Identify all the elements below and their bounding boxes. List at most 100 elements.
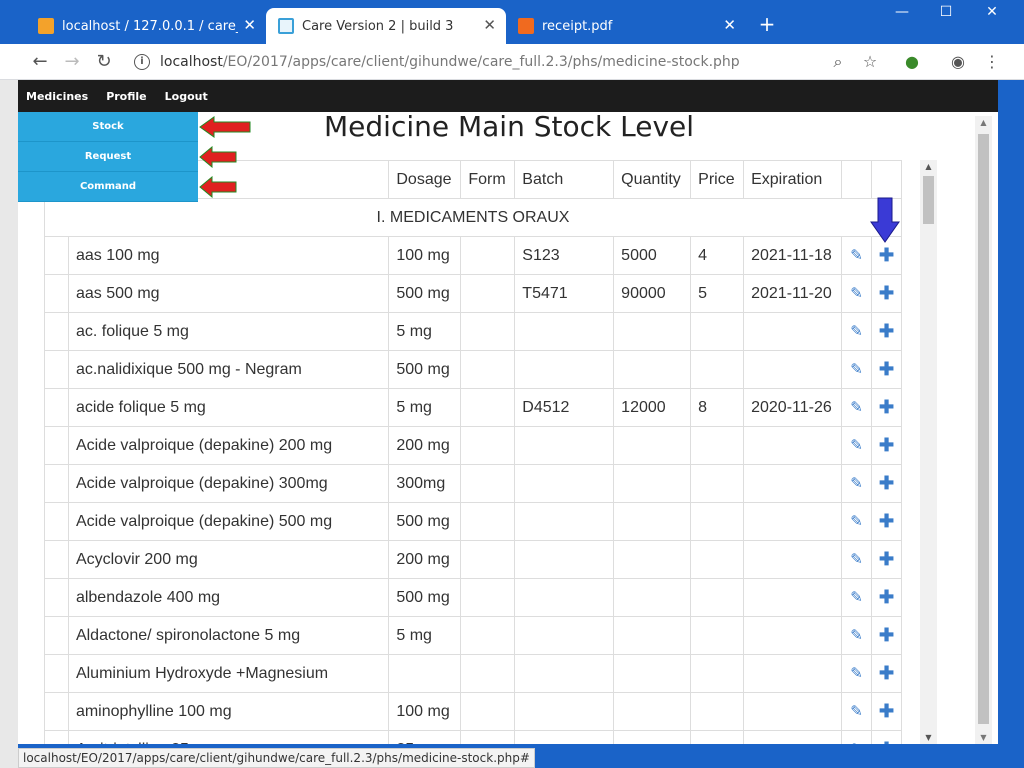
cell-edit: ✎ [841, 654, 872, 693]
tab-care[interactable]: Care Version 2 | build 3 ✕ [266, 8, 506, 44]
cell-dosage: 300mg [388, 464, 462, 503]
cell-name: Amitriptylline 25 mg [67, 730, 390, 744]
add-plus-icon[interactable]: ✚ [879, 435, 894, 455]
menu-item-stock[interactable]: Stock [18, 112, 198, 142]
scrollbar-thumb[interactable] [923, 176, 934, 224]
info-icon[interactable]: i [134, 54, 150, 70]
close-tab-icon[interactable]: ✕ [483, 16, 496, 34]
close-window-button[interactable]: ✕ [978, 4, 1006, 20]
page-icon [278, 18, 294, 34]
cell-quantity [613, 540, 692, 579]
tab-label: localhost / 127.0.0.1 / care_full_v [62, 18, 238, 34]
edit-pencil-icon[interactable]: ✎ [850, 399, 863, 416]
page-scrollbar[interactable]: ▲ ▼ [975, 116, 992, 744]
cell-quantity [613, 502, 692, 541]
reload-button[interactable]: ↻ [92, 50, 116, 74]
bookmark-star-icon[interactable]: ☆ [860, 52, 880, 72]
section-row: I. MEDICAMENTS ORAUX [44, 198, 902, 237]
close-tab-icon[interactable]: ✕ [723, 16, 736, 34]
scroll-up-icon[interactable]: ▲ [920, 162, 937, 171]
minimize-button[interactable]: — [888, 4, 916, 20]
table-scrollbar[interactable]: ▲ ▼ [920, 160, 937, 744]
browser-titlebar: localhost / 127.0.0.1 / care_full_v ✕ Ca… [0, 0, 1024, 44]
zoom-icon[interactable]: ⌕ [828, 52, 848, 72]
nav-logout[interactable]: Logout [165, 90, 208, 103]
cell-form [460, 274, 516, 313]
col-header-edit [841, 160, 872, 199]
scroll-down-icon[interactable]: ▼ [920, 733, 937, 742]
add-plus-icon[interactable]: ✚ [879, 473, 894, 493]
cell-expiration [743, 578, 843, 617]
edit-pencil-icon[interactable]: ✎ [850, 627, 863, 644]
add-plus-icon[interactable]: ✚ [879, 283, 894, 303]
menu-icon[interactable]: ⋮ [982, 52, 1002, 72]
add-plus-icon[interactable]: ✚ [879, 245, 894, 265]
edit-pencil-icon[interactable]: ✎ [850, 513, 863, 530]
table-row: aas 500 mg 500 mg T5471 90000 5 2021-11-20 ✎ ✚ [44, 274, 902, 313]
edit-pencil-icon[interactable]: ✎ [850, 285, 863, 302]
cell-edit: ✎ [841, 426, 872, 465]
scroll-up-icon[interactable]: ▲ [975, 118, 992, 127]
edit-pencil-icon[interactable]: ✎ [850, 437, 863, 454]
col-header-quantity: Quantity [613, 160, 692, 199]
extension-icon[interactable]: ● [902, 52, 922, 72]
add-plus-icon[interactable]: ✚ [879, 511, 894, 531]
address-bar[interactable]: i localhost/EO/2017/apps/care/client/gih… [126, 48, 886, 76]
back-button[interactable]: ← [28, 50, 52, 74]
close-tab-icon[interactable]: ✕ [243, 16, 256, 34]
maximize-button[interactable]: ☐ [932, 4, 960, 20]
nav-profile[interactable]: Profile [106, 90, 146, 103]
edit-pencil-icon[interactable]: ✎ [850, 361, 863, 378]
cell-expiration [743, 312, 843, 351]
profile-icon[interactable]: ◉ [948, 52, 968, 72]
browser-toolbar: ← → ↻ i localhost/EO/2017/apps/care/clie… [0, 44, 1024, 80]
cell-add: ✚ [871, 616, 902, 655]
cell-form [460, 502, 516, 541]
cell-name: Aluminium Hydroxyde +Magnesium [67, 654, 390, 693]
edit-pencil-icon[interactable]: ✎ [850, 665, 863, 682]
cell-add: ✚ [871, 692, 902, 731]
add-plus-icon[interactable]: ✚ [879, 739, 894, 744]
cell-batch: T5471 [514, 274, 615, 313]
edit-pencil-icon[interactable]: ✎ [850, 323, 863, 340]
add-plus-icon[interactable]: ✚ [879, 663, 894, 683]
add-plus-icon[interactable]: ✚ [879, 359, 894, 379]
url-path: /EO/2017/apps/care/client/gihundwe/care_… [222, 54, 740, 70]
menu-item-request[interactable]: Request [18, 142, 198, 172]
cell-edit: ✎ [841, 730, 872, 744]
new-tab-button[interactable]: + [756, 12, 778, 36]
tab-receipt[interactable]: receipt.pdf ✕ [506, 8, 746, 44]
col-header-batch: Batch [514, 160, 615, 199]
cell-edit: ✎ [841, 616, 872, 655]
edit-pencil-icon[interactable]: ✎ [850, 741, 863, 744]
cell-name: Acide valproique (depakine) 200 mg [67, 426, 390, 465]
edit-pencil-icon[interactable]: ✎ [850, 589, 863, 606]
cell-expiration [743, 540, 843, 579]
add-plus-icon[interactable]: ✚ [879, 549, 894, 569]
table-row: ac.nalidixique 500 mg - Negram 500 mg ✎ ✚ [44, 350, 902, 389]
cell-dosage: 500 mg [388, 274, 462, 313]
add-plus-icon[interactable]: ✚ [879, 587, 894, 607]
cell-form [460, 730, 516, 744]
cell-expiration [743, 616, 843, 655]
add-plus-icon[interactable]: ✚ [879, 701, 894, 721]
add-plus-icon[interactable]: ✚ [879, 321, 894, 341]
cell-name: ac.nalidixique 500 mg - Negram [67, 350, 390, 389]
add-plus-icon[interactable]: ✚ [879, 625, 894, 645]
scroll-down-icon[interactable]: ▼ [975, 733, 992, 742]
xampp-icon [518, 18, 534, 34]
edit-pencil-icon[interactable]: ✎ [850, 703, 863, 720]
cell-dosage: 500 mg [388, 502, 462, 541]
menu-item-command[interactable]: Command [18, 172, 198, 202]
cell-num [44, 502, 69, 541]
edit-pencil-icon[interactable]: ✎ [850, 551, 863, 568]
scrollbar-thumb[interactable] [978, 134, 989, 724]
cell-add: ✚ [871, 312, 902, 351]
forward-button[interactable]: → [60, 50, 84, 74]
edit-pencil-icon[interactable]: ✎ [850, 475, 863, 492]
edit-pencil-icon[interactable]: ✎ [850, 247, 863, 264]
tab-phpmyadmin[interactable]: localhost / 127.0.0.1 / care_full_v ✕ [26, 8, 266, 44]
add-plus-icon[interactable]: ✚ [879, 397, 894, 417]
nav-medicines[interactable]: Medicines [26, 90, 88, 103]
cell-dosage: 200 mg [388, 540, 462, 579]
